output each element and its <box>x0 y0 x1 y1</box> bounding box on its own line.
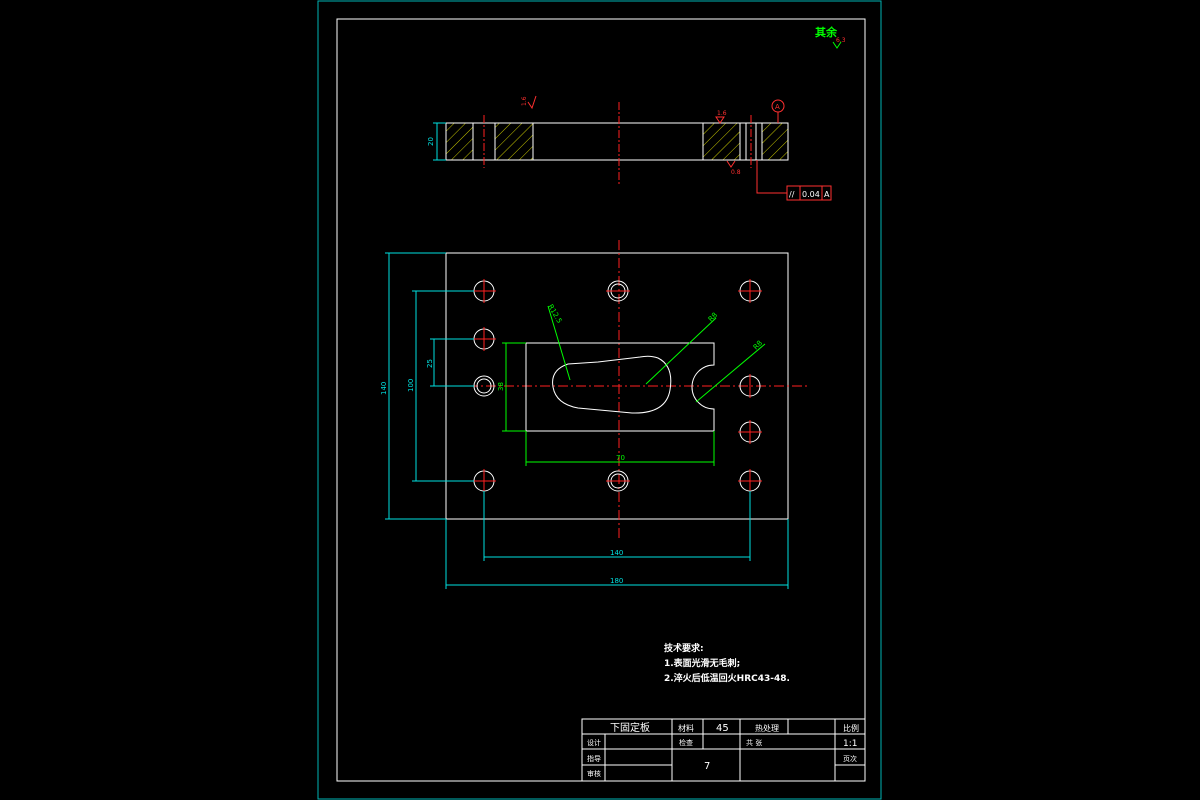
side-view: 20 1.6 1.6 0.8 A // 0.04 A <box>427 95 832 201</box>
hatch-section-3 <box>702 122 741 161</box>
corner-roughness-mark: 其余 6.3 <box>815 25 846 49</box>
corner-mark-text: 其余 <box>815 25 838 39</box>
hatch-section-1 <box>445 122 474 161</box>
tb-guide-label: 指导 <box>587 754 601 763</box>
tb-heat-label: 热处理 <box>755 723 779 733</box>
tb-review-label: 审核 <box>587 769 601 778</box>
roughness-right-bottom-text: 0.8 <box>731 169 741 176</box>
dim-height-holes-text: 100 <box>407 379 415 392</box>
hatch-section-2 <box>494 122 534 161</box>
roughness-symbol-left-icon <box>527 95 537 110</box>
radius-2-text: R8 <box>707 311 719 323</box>
roughness-right-top-text: 1.6 <box>717 110 727 117</box>
tolerance-datum: A <box>824 190 830 199</box>
notes-line-2: 2.淬火后低温回火HRC43-48. <box>664 672 790 684</box>
roughness-symbol-right-bottom-icon <box>726 160 736 168</box>
hole-top-center <box>606 280 630 302</box>
dim-height-overall-text: 140 <box>380 382 388 395</box>
title-block: 下固定板 材料 45 热处理 比例 设计 检查 共 张 1:1 指导 7 页次 … <box>581 718 866 782</box>
tb-check-label: 检查 <box>679 738 693 747</box>
roughness-symbol-right-top-icon <box>715 116 725 124</box>
hatch-section-4 <box>761 122 789 161</box>
dim-width-holes-text: 140 <box>610 549 623 557</box>
hole-bottom-center <box>606 470 630 492</box>
dim-slot-height-text: 38 <box>497 382 505 391</box>
radius-1-text: R12.5 <box>546 303 563 325</box>
hole-top-left <box>472 279 496 303</box>
tolerance-value: 0.04 <box>802 190 820 199</box>
tb-material-value: 45 <box>716 723 729 734</box>
hole-bottom-right <box>738 469 762 493</box>
hole-top-right <box>738 279 762 303</box>
tb-part-name: 下固定板 <box>610 721 650 734</box>
radius-2-leader <box>645 317 717 385</box>
slot-cutout-outline <box>525 342 715 432</box>
thickness-dim-text: 20 <box>427 137 435 146</box>
teardrop-opening <box>552 355 672 414</box>
hole-right-lower <box>738 420 762 444</box>
technical-notes: 技术要求: 1.表面光滑无毛刺; 2.淬火后低温回火HRC43-48. <box>664 642 790 684</box>
plan-view: 140 100 25 38 70 140 180 R12.5 R8 R8 <box>380 240 808 589</box>
tb-design-label: 设计 <box>587 738 601 747</box>
outer-sheet-border <box>317 0 882 800</box>
tolerance-symbol: // <box>789 190 795 199</box>
tolerance-leader <box>756 160 787 194</box>
hole-left-upper <box>472 327 496 351</box>
notes-line-1: 1.表面光滑无毛刺; <box>664 657 740 669</box>
dim-small-text: 25 <box>426 359 434 368</box>
engineering-drawing: 其余 6.3 20 1.6 1.6 0.8 A // 0.04 A 140 10… <box>317 0 882 800</box>
roughness-left-text: 1.6 <box>521 96 528 106</box>
hole-bottom-left <box>472 469 496 493</box>
tb-scale-value: 1:1 <box>843 739 857 749</box>
hole-left-middle <box>473 375 495 397</box>
radius-3-text: R8 <box>752 339 764 351</box>
dim-slot-width-text: 70 <box>616 454 625 462</box>
dim-width-overall-text: 180 <box>610 577 623 585</box>
tb-sheet-label: 页次 <box>843 754 857 763</box>
datum-letter: A <box>775 103 780 111</box>
radius-3-leader <box>695 343 766 403</box>
tb-sheet-number: 7 <box>704 761 710 772</box>
tb-material-label: 材料 <box>678 723 694 733</box>
tb-scale-label: 比例 <box>843 723 859 733</box>
notes-title: 技术要求: <box>664 642 704 654</box>
tb-count-label: 共 张 <box>746 738 762 747</box>
